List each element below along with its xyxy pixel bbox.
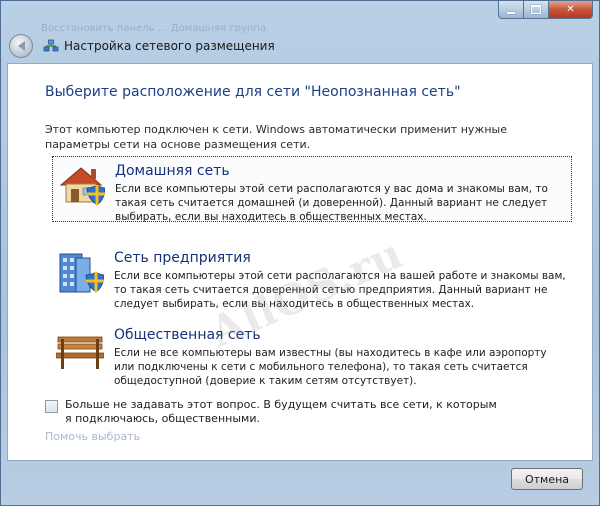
park-bench-icon bbox=[56, 336, 104, 369]
option-description: Если все компьютеры этой сети располагаю… bbox=[115, 183, 548, 223]
page-title: Выберите расположение для сети "Неопозна… bbox=[45, 84, 461, 100]
option-public-network[interactable]: Общественная сеть Если не все компьютеры… bbox=[52, 321, 572, 387]
network-icon bbox=[43, 39, 59, 52]
option-title: Домашняя сеть bbox=[115, 163, 230, 179]
back-arrow-icon bbox=[17, 41, 25, 51]
remember-choice[interactable]: Больше не задавать этот вопрос. В будуще… bbox=[45, 398, 505, 426]
close-icon: ✕ bbox=[566, 4, 575, 15]
option-title: Сеть предприятия bbox=[114, 250, 251, 266]
minimize-button[interactable] bbox=[498, 1, 524, 19]
back-button[interactable] bbox=[9, 34, 33, 58]
intro-text: Этот компьютер подключен к сети. Windows… bbox=[45, 123, 507, 151]
remember-label[interactable]: Больше не задавать этот вопрос. В будуще… bbox=[65, 398, 505, 426]
remember-checkbox[interactable] bbox=[45, 400, 58, 413]
maximize-icon bbox=[531, 5, 541, 14]
close-button[interactable]: ✕ bbox=[549, 1, 593, 19]
maximize-button[interactable] bbox=[524, 1, 549, 19]
option-home-network[interactable]: Домашняя сеть Если все компьютеры этой с… bbox=[52, 156, 572, 223]
footer: Отмена bbox=[7, 461, 593, 499]
help-me-choose-link[interactable]: Помочь выбрать bbox=[45, 430, 140, 443]
content-panel: Выберите расположение для сети "Неопозна… bbox=[7, 63, 593, 461]
option-description: Если не все компьютеры вам известны (вы … bbox=[114, 347, 547, 387]
house-icon bbox=[59, 167, 105, 206]
caption-buttons: ✕ bbox=[498, 1, 593, 21]
wizard-title: Настройка сетевого размещения bbox=[64, 39, 275, 53]
option-description: Если все компьютеры этой сети располагаю… bbox=[114, 270, 566, 310]
option-work-network[interactable]: Сеть предприятия Если все компьютеры это… bbox=[52, 244, 572, 310]
office-building-icon bbox=[59, 253, 104, 293]
cancel-button[interactable]: Отмена bbox=[511, 468, 583, 490]
minimize-icon bbox=[507, 11, 515, 14]
wizard-header: Настройка сетевого размещения bbox=[7, 33, 593, 59]
wizard-window: Восстановить панель … Домашняя группа ✕ … bbox=[0, 0, 600, 506]
option-title: Общественная сеть bbox=[114, 327, 261, 343]
